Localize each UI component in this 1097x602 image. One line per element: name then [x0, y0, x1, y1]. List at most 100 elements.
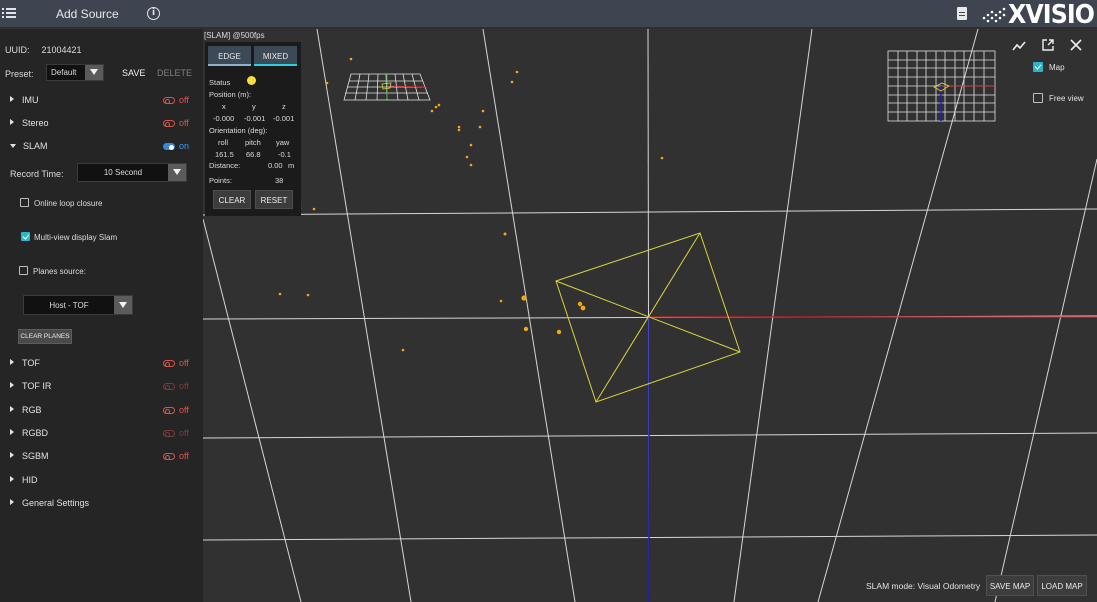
document-icon[interactable]	[957, 7, 967, 20]
slam-toggle[interactable]: on	[163, 141, 197, 153]
hamburger-menu-icon[interactable]	[2, 6, 16, 20]
points-value: 38	[275, 176, 284, 185]
record-time-value: 10 Second	[103, 168, 143, 177]
feature-points	[278, 57, 664, 352]
slam-info-panel: EDGE MIXED Status Position (m): x y z -0…	[205, 42, 301, 216]
caret-down-icon	[10, 144, 16, 148]
edge-mode-button[interactable]: EDGE	[208, 46, 251, 66]
status-label: Status	[209, 78, 231, 87]
planes-source-value: Host - TOF	[49, 301, 89, 310]
section-tof[interactable]: TOF	[10, 358, 40, 372]
caret-right-icon	[10, 96, 14, 102]
toggle-state: off	[179, 118, 189, 128]
yaw-label: yaw	[276, 138, 290, 147]
planes-source-label: Planes source:	[33, 267, 86, 276]
page-title: Add Source	[56, 7, 119, 21]
section-label: SLAM	[23, 141, 48, 151]
imu-toggle[interactable]: off	[163, 95, 197, 107]
save-map-button[interactable]: SAVE MAP	[986, 575, 1034, 596]
section-tof-ir[interactable]: TOF IR	[10, 381, 51, 395]
info-icon[interactable]: i	[147, 7, 160, 20]
rgbd-toggle[interactable]: off	[163, 428, 197, 440]
caret-right-icon	[10, 452, 14, 458]
caret-right-icon	[10, 382, 14, 388]
pos-y-label: y	[252, 102, 256, 111]
preset-select[interactable]: Default	[46, 64, 104, 81]
orientation-label: Orientation (deg):	[209, 126, 268, 135]
toggle-state: off	[179, 405, 189, 415]
caret-right-icon	[10, 476, 14, 482]
planes-source-select[interactable]: Host - TOF	[23, 295, 133, 315]
uuid-label: UUID:	[5, 45, 30, 55]
section-rgb[interactable]: RGB	[10, 405, 42, 419]
external-link-icon[interactable]	[1041, 38, 1055, 52]
free-view-checkbox[interactable]	[1033, 93, 1043, 103]
slam-scene[interactable]	[203, 29, 1097, 602]
slam-3d-viewport[interactable]: [SLAM] @500fps EDGE MIXED Status Positio…	[203, 29, 1097, 602]
caret-right-icon	[10, 119, 14, 125]
section-label: HID	[22, 475, 38, 485]
clear-button[interactable]: CLEAR	[213, 190, 251, 209]
save-button[interactable]: SAVE	[122, 68, 145, 78]
caret-right-icon	[10, 359, 14, 365]
record-time-label: Record Time:	[10, 169, 64, 179]
mixed-mode-button[interactable]: MIXED	[254, 46, 297, 66]
distance-label: Distance:	[209, 161, 241, 170]
sgbm-toggle[interactable]: off	[163, 451, 197, 463]
tof-ir-toggle[interactable]: off	[163, 381, 197, 393]
section-general-settings[interactable]: General Settings	[10, 498, 89, 512]
record-time-select[interactable]: 10 Second	[77, 163, 187, 182]
planes-source-checkbox[interactable]	[19, 266, 28, 275]
pos-y-value: -0.001	[244, 114, 266, 123]
online-loop-closure-checkbox[interactable]	[20, 198, 29, 207]
section-label: TOF	[22, 358, 40, 368]
tof-toggle[interactable]: off	[163, 358, 197, 370]
viewport-title: [SLAM] @500fps	[204, 31, 265, 40]
section-slam[interactable]: SLAM	[10, 141, 48, 155]
chevron-down-icon[interactable]	[114, 296, 132, 314]
caret-right-icon	[10, 499, 14, 505]
stereo-toggle[interactable]: off	[163, 118, 197, 130]
clear-planes-button[interactable]: CLEAR PLANES	[18, 329, 72, 344]
toggle-icon	[163, 120, 175, 127]
rgb-toggle[interactable]: off	[163, 405, 197, 417]
mini-map-grid-right	[887, 50, 996, 122]
load-map-button[interactable]: LOAD MAP	[1037, 575, 1087, 596]
source-sidebar: UUID: 21004421 Preset: Default SAVE DELET…	[0, 29, 203, 602]
section-label: General Settings	[22, 498, 90, 508]
status-indicator	[247, 76, 256, 85]
toggle-state: off	[179, 381, 189, 391]
distance-value: 0.00	[268, 161, 283, 170]
section-rgbd[interactable]: RGBD	[10, 428, 48, 442]
chevron-down-icon[interactable]	[168, 164, 186, 181]
slam-mode-text: SLAM mode: Visual Odometry	[866, 581, 981, 591]
map-checkbox[interactable]	[1033, 62, 1043, 72]
toggle-icon	[163, 407, 175, 414]
section-stereo[interactable]: Stereo	[10, 118, 49, 132]
uuid-value: 21004421	[41, 45, 82, 55]
section-sgbm[interactable]: SGBM	[10, 451, 49, 465]
delete-button[interactable]: DELETE	[157, 68, 192, 78]
section-imu[interactable]: IMU	[10, 95, 39, 109]
roll-value: 161.5	[215, 150, 234, 159]
caret-right-icon	[10, 429, 14, 435]
toggle-state: on	[179, 141, 190, 151]
distance-unit: m	[288, 161, 295, 170]
pos-x-value: -0.000	[213, 114, 235, 123]
close-icon[interactable]	[1069, 38, 1083, 52]
top-bar: Add Source i XVISIO	[0, 0, 1097, 28]
toggle-icon	[163, 430, 175, 437]
section-hid[interactable]: HID	[10, 475, 38, 489]
toggle-icon	[163, 383, 175, 390]
reset-button[interactable]: RESET	[255, 190, 293, 209]
chart-line-icon[interactable]	[1012, 39, 1026, 53]
pos-z-label: z	[282, 102, 286, 111]
section-label: RGB	[22, 405, 42, 415]
map-label: Map	[1049, 63, 1065, 72]
section-label: RGBD	[22, 428, 49, 438]
toggle-icon	[163, 97, 175, 104]
chevron-down-icon[interactable]	[85, 65, 103, 80]
multi-view-checkbox[interactable]	[21, 232, 30, 241]
floor-grid	[203, 29, 1097, 602]
yaw-value: -0.1	[278, 150, 291, 159]
